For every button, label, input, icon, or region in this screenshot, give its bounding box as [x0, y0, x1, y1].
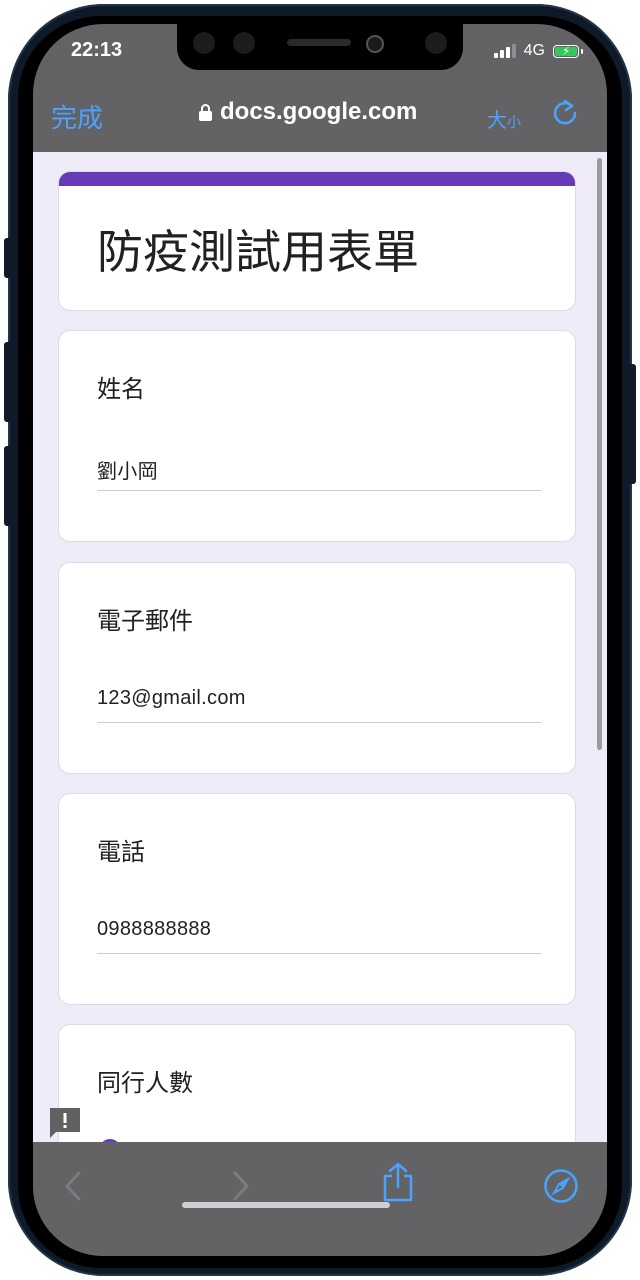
share-icon[interactable] [381, 1162, 415, 1202]
mute-switch [4, 238, 12, 278]
answer-input-name[interactable]: 劉小岡 [97, 455, 158, 484]
sensor-dot [233, 32, 255, 54]
page-content: 防疫測試用表單 姓名 劉小岡 電子郵件 123@gmail.com 電話 098… [33, 152, 607, 1142]
question-label: 電子郵件 [97, 607, 193, 635]
status-time: 22:13 [71, 39, 123, 61]
volume-down-button [4, 446, 12, 526]
reload-icon[interactable] [551, 98, 579, 126]
question-card-email: 電子郵件 123@gmail.com [58, 562, 576, 774]
status-indicators: 4G ⚡ [493, 42, 583, 60]
question-label: 同行人數 [97, 1069, 193, 1097]
input-underline [97, 953, 541, 954]
question-label: 姓名 [97, 375, 145, 403]
compass-icon[interactable] [543, 1168, 579, 1204]
signal-icon [493, 44, 516, 58]
forward-icon[interactable] [229, 1170, 251, 1202]
volume-up-button [4, 342, 12, 422]
answer-input-phone[interactable]: 0988888888 [97, 918, 211, 941]
form-title: 防疫測試用表單 [97, 225, 419, 279]
network-label: 4G [523, 42, 545, 59]
text-size-button[interactable]: 大小 [487, 104, 521, 133]
sensor-dot [425, 32, 447, 54]
lock-icon [199, 104, 212, 121]
sensor-dot [193, 32, 215, 54]
form-title-card: 防疫測試用表單 [58, 171, 576, 311]
back-icon[interactable] [63, 1170, 85, 1202]
text-size-big: 大 [487, 108, 507, 132]
input-underline [97, 490, 541, 491]
done-button[interactable]: 完成 [51, 98, 103, 135]
title-accent-bar [59, 172, 575, 186]
earpiece-speaker [287, 39, 351, 46]
notch [177, 24, 463, 70]
battery-icon: ⚡ [553, 44, 579, 58]
input-underline [97, 722, 541, 723]
scrollbar[interactable] [597, 158, 602, 750]
battery-tip [581, 48, 583, 54]
question-card-companions: 同行人數 [58, 1024, 576, 1142]
home-indicator[interactable] [182, 1202, 390, 1208]
feedback-icon[interactable] [49, 1106, 81, 1138]
screen: 22:13 4G ⚡ 完成 docs.google.com 大小 防疫測試用表單… [33, 24, 607, 1256]
question-card-name: 姓名 劉小岡 [58, 330, 576, 542]
bottom-toolbar [33, 1142, 607, 1256]
address-bar[interactable]: docs.google.com [199, 98, 417, 126]
text-size-small: 小 [507, 115, 521, 131]
url-text: docs.google.com [220, 98, 418, 125]
question-label: 電話 [97, 838, 145, 866]
answer-input-email[interactable]: 123@gmail.com [97, 687, 246, 710]
question-card-phone: 電話 0988888888 [58, 793, 576, 1005]
power-button [628, 364, 636, 484]
front-camera [366, 35, 384, 53]
